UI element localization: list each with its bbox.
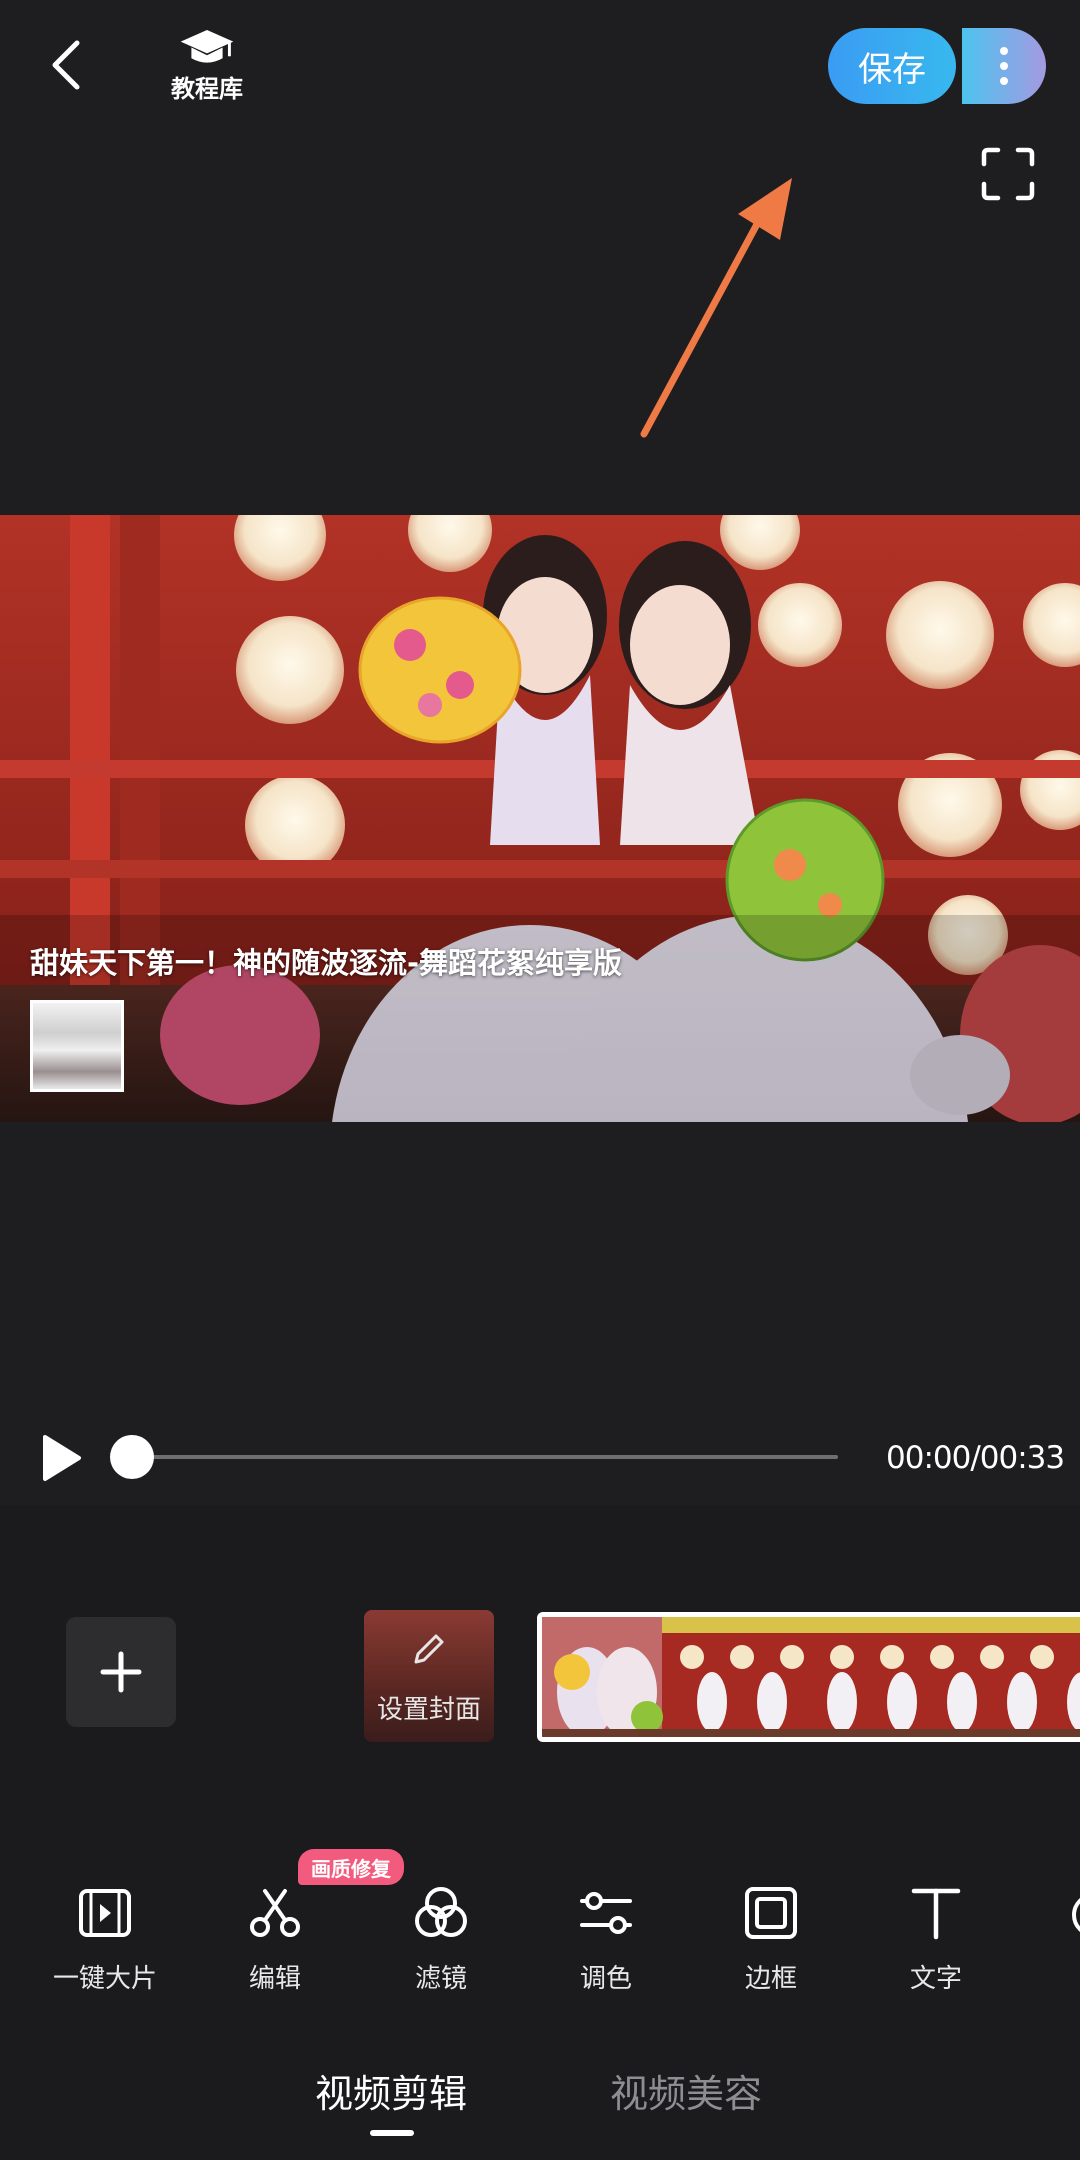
tool-color-adjust[interactable]: 调色 — [531, 1880, 681, 2000]
tool-border[interactable]: 边框 — [696, 1880, 846, 2000]
chevron-left-icon — [52, 40, 80, 90]
graduation-cap-icon — [180, 29, 234, 63]
fullscreen-button[interactable] — [976, 142, 1040, 206]
more-vertical-icon — [1000, 47, 1008, 85]
tool-label: 调色 — [579, 1964, 632, 1994]
add-clip-button[interactable] — [66, 1617, 176, 1727]
tutorial-library-label: 教程库 — [171, 75, 243, 103]
clip-frames-image — [542, 1617, 1080, 1737]
annotation-arrow — [640, 178, 792, 438]
tool-label: 文字 — [909, 1964, 962, 1994]
film-icon — [79, 1889, 131, 1937]
tool-label: 编辑 — [248, 1964, 301, 1994]
tool-label: 边框 — [744, 1964, 797, 1994]
text-icon — [911, 1888, 961, 1940]
play-icon — [43, 1435, 81, 1481]
tool-next-partial[interactable] — [1068, 1890, 1080, 1940]
fullscreen-icon — [981, 147, 1035, 201]
save-button[interactable]: 保存 — [828, 28, 956, 104]
frame-icon — [745, 1887, 797, 1939]
video-preview[interactable] — [0, 515, 1080, 1122]
tutorial-library-button[interactable]: 教程库 — [160, 28, 254, 104]
tool-filter[interactable]: 滤镜 — [366, 1880, 516, 2000]
filter-icon — [415, 1887, 467, 1937]
sticker-icon — [1072, 1898, 1080, 1932]
overlay-thumbnail[interactable] — [30, 1000, 124, 1092]
time-readout: 00:00/00:33 — [886, 1440, 1065, 1476]
adjust-icon — [580, 1892, 632, 1934]
timeline-clip-strip[interactable] — [537, 1612, 1080, 1742]
play-button[interactable] — [36, 1430, 86, 1486]
progress-handle[interactable] — [110, 1435, 154, 1479]
tool-label: 滤镜 — [414, 1964, 467, 1994]
tool-one-click-film[interactable]: 一键大片 — [30, 1880, 180, 2000]
scissors-icon — [250, 1889, 300, 1937]
back-button[interactable] — [34, 30, 98, 100]
video-frame-image — [0, 515, 1080, 1122]
pencil-icon — [414, 1634, 444, 1664]
set-cover-label: 设置封面 — [376, 1695, 481, 1725]
tab-video-beauty[interactable]: 视频美容 — [610, 2063, 762, 2119]
progress-track[interactable] — [134, 1455, 838, 1459]
tab-active-indicator — [370, 2130, 414, 2136]
tool-edit[interactable]: 编辑 — [200, 1880, 350, 2000]
more-options-button[interactable] — [962, 28, 1046, 104]
editing-panel — [0, 1505, 1080, 2160]
plus-icon — [100, 1651, 142, 1693]
tool-text[interactable]: 文字 — [861, 1880, 1011, 2000]
set-cover-button[interactable]: 设置封面 — [364, 1610, 494, 1742]
tool-label: 一键大片 — [52, 1964, 157, 1994]
video-title-overlay: 甜妹天下第一！神的随波逐流-舞蹈花絮纯享版 — [30, 946, 623, 980]
tab-video-edit[interactable]: 视频剪辑 — [315, 2063, 467, 2119]
